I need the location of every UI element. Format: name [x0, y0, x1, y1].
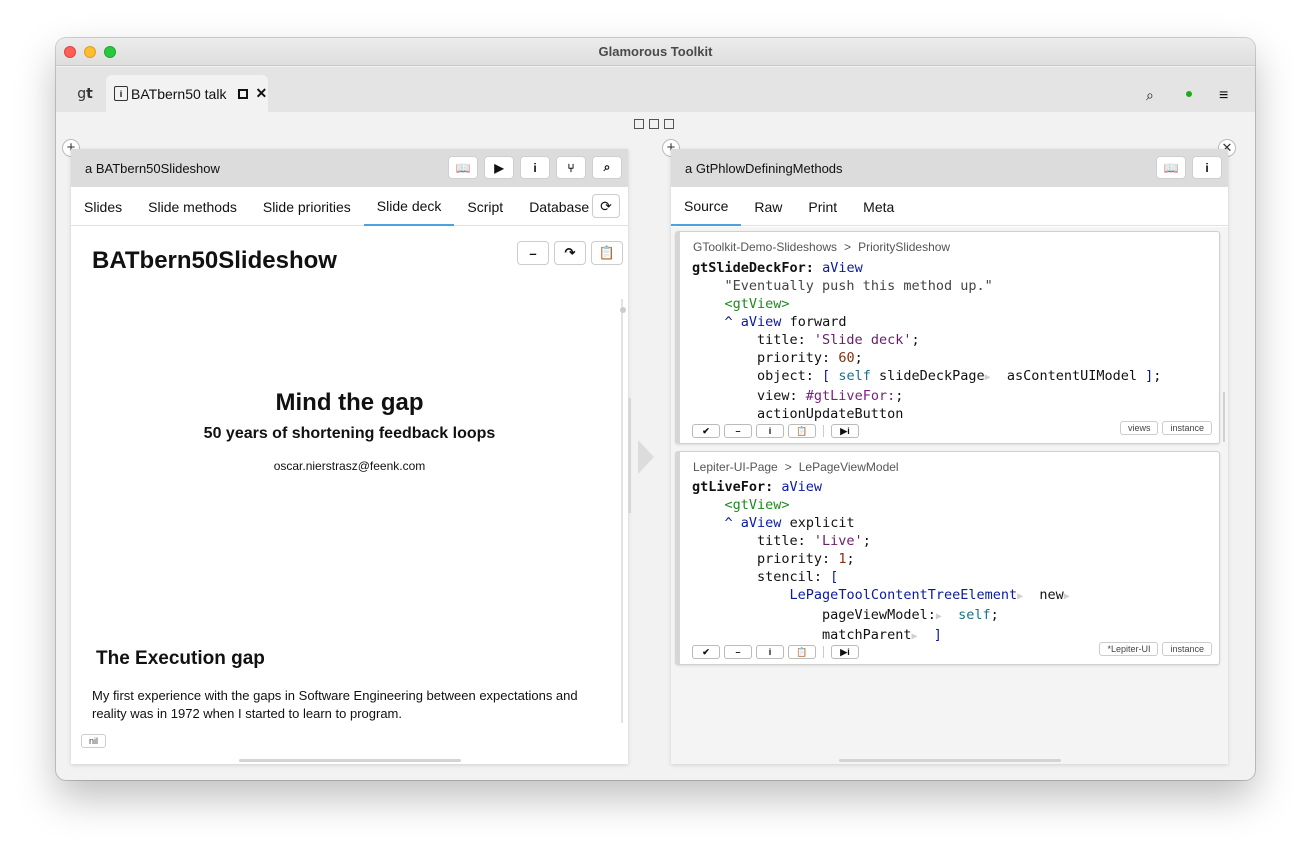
- crumb-separator: >: [784, 460, 792, 474]
- minimize-icon[interactable]: –: [724, 645, 752, 659]
- gt-logo-g: g: [77, 85, 87, 102]
- pane-square-icon[interactable]: [664, 119, 674, 129]
- tab-slides[interactable]: Slides: [71, 187, 135, 226]
- search-icon[interactable]: ⌕: [1146, 87, 1154, 104]
- forward-icon[interactable]: ↷: [554, 241, 586, 265]
- method-source-code[interactable]: gtSlideDeckFor: aView "Eventually push t…: [692, 259, 1161, 423]
- slide-subheading: 50 years of shortening feedback loops: [203, 425, 496, 442]
- tab-gt-home[interactable]: gt: [68, 75, 102, 112]
- tab-slide-deck[interactable]: Slide deck: [363, 187, 455, 226]
- pane-header: a BATbern50Slideshow 📖 ▶ i ⑂ ⌕: [71, 149, 628, 187]
- tab-label: BATbern50 talk: [131, 85, 227, 102]
- protocol-tag[interactable]: views: [1119, 421, 1159, 435]
- card-actions: ✔ – i 📋 ▶i: [692, 645, 859, 659]
- crumb-separator: >: [844, 240, 852, 254]
- info-icon[interactable]: i: [1192, 156, 1222, 179]
- separator: [823, 425, 824, 437]
- tab-bar: gt i BATbern50 talk ✕ ⌕ ≡: [56, 67, 1255, 112]
- view-tabs: Source Raw Print Meta: [671, 187, 1228, 226]
- horizontal-scrollbar[interactable]: [239, 759, 461, 762]
- pane-square-icon[interactable]: [634, 119, 644, 129]
- side-tag[interactable]: instance: [1162, 421, 1212, 435]
- horizontal-scrollbar[interactable]: [839, 759, 1061, 762]
- close-tab-icon[interactable]: ✕: [255, 85, 267, 102]
- git-branch-icon[interactable]: ⑂: [556, 156, 586, 179]
- vertical-scrollbar[interactable]: [1223, 392, 1225, 442]
- page-info-icon: i: [114, 86, 128, 101]
- nil-badge: nil: [81, 734, 107, 748]
- slide-email: oscar.nierstrasz@feenk.com: [273, 459, 426, 473]
- run-inspect-icon[interactable]: ▶i: [831, 645, 859, 659]
- card-tags: *Lepiter-UI instance: [1099, 642, 1212, 656]
- card-actions: ✔ – i 📋 ▶i: [692, 424, 859, 438]
- deck-title: BATbern50Slideshow: [92, 247, 337, 274]
- separator: [823, 646, 824, 658]
- next-slide-title: The Execution gap: [96, 648, 265, 669]
- crumb-class[interactable]: PrioritySlideshow: [858, 240, 950, 254]
- crumb-package[interactable]: Lepiter-UI-Page: [693, 460, 778, 474]
- pane-divider[interactable]: [628, 398, 631, 513]
- minimize-icon[interactable]: –: [724, 424, 752, 438]
- breadcrumb: Lepiter-UI-Page > LePageViewModel: [693, 460, 899, 474]
- clipboard-icon[interactable]: 📋: [788, 424, 816, 438]
- tab-print[interactable]: Print: [795, 187, 850, 226]
- crumb-package[interactable]: GToolkit-Demo-Slideshows: [693, 240, 837, 254]
- tab-database[interactable]: Database: [516, 187, 602, 226]
- method-cards-list: GToolkit-Demo-Slideshows > PrioritySlidesh…: [671, 227, 1228, 764]
- pane-layout-switcher[interactable]: [634, 119, 674, 129]
- card-tags: views instance: [1119, 421, 1212, 435]
- info-icon[interactable]: i: [756, 424, 784, 438]
- app-window: Glamorous Toolkit gt i BATbern50 talk ✕ …: [56, 38, 1255, 780]
- hamburger-menu-icon[interactable]: ≡: [1219, 87, 1228, 105]
- info-icon[interactable]: i: [756, 645, 784, 659]
- pane-title: a BATbern50Slideshow: [85, 161, 220, 176]
- refresh-icon[interactable]: ⟳: [592, 194, 620, 218]
- gt-logo-t: t: [86, 85, 93, 102]
- slide-heading: Mind the gap: [275, 389, 424, 416]
- tab-raw[interactable]: Raw: [741, 187, 795, 226]
- pane-header-actions: 📖 ▶ i ⑂ ⌕: [448, 156, 622, 179]
- next-slide-text: My first experience with the gaps in Sof…: [92, 688, 578, 721]
- minimize-icon[interactable]: –: [517, 241, 549, 265]
- pane-header: a GtPhlowDefiningMethods 📖 i: [671, 149, 1228, 187]
- pane-title: a GtPhlowDefiningMethods: [685, 161, 843, 176]
- view-tabs: Slides Slide methods Slide priorities Sl…: [71, 187, 628, 226]
- method-card[interactable]: GToolkit-Demo-Slideshows > PrioritySlidesh…: [675, 231, 1220, 444]
- tab-slide-priorities[interactable]: Slide priorities: [250, 187, 364, 226]
- scroll-thumb[interactable]: [620, 307, 626, 313]
- vertical-scrollbar[interactable]: [621, 299, 623, 723]
- tab-meta[interactable]: Meta: [850, 187, 907, 226]
- search-icon[interactable]: ⌕: [592, 156, 622, 179]
- method-source-code[interactable]: gtLiveFor: aView <gtView> ^ aView explic…: [692, 478, 1070, 646]
- pane-square-icon[interactable]: [649, 119, 659, 129]
- tab-script[interactable]: Script: [454, 187, 516, 226]
- deck-toolbar: – ↷ 📋: [517, 241, 623, 265]
- expand-arrow-icon[interactable]: [638, 440, 654, 474]
- method-card[interactable]: Lepiter-UI-Page > LePageViewModel gtLiveFo…: [675, 451, 1220, 665]
- pane-header-actions: 📖 i: [1156, 156, 1222, 179]
- play-icon[interactable]: ▶: [484, 156, 514, 179]
- slide-deck-view: BATbern50Slideshow – ↷ 📋 Mind the gap 50…: [71, 227, 628, 764]
- book-icon[interactable]: 📖: [1156, 156, 1186, 179]
- status-dot-icon: [1186, 91, 1192, 97]
- clipboard-icon[interactable]: 📋: [788, 645, 816, 659]
- crumb-class[interactable]: LePageViewModel: [799, 460, 899, 474]
- inspector-pane-left: a BATbern50Slideshow 📖 ▶ i ⑂ ⌕ Slides Sl…: [71, 149, 628, 764]
- tab-slide-methods[interactable]: Slide methods: [135, 187, 250, 226]
- accept-icon[interactable]: ✔: [692, 645, 720, 659]
- tab-batbern50-talk[interactable]: i BATbern50 talk ✕: [106, 75, 268, 112]
- title-bar[interactable]: Glamorous Toolkit: [56, 38, 1255, 66]
- side-tag[interactable]: instance: [1162, 642, 1212, 656]
- clipboard-icon[interactable]: 📋: [591, 241, 623, 265]
- protocol-tag[interactable]: *Lepiter-UI: [1099, 642, 1159, 656]
- accept-icon[interactable]: ✔: [692, 424, 720, 438]
- tab-source[interactable]: Source: [671, 187, 742, 226]
- breadcrumb: GToolkit-Demo-Slideshows > PrioritySlidesh…: [693, 240, 950, 254]
- window-title: Glamorous Toolkit: [598, 44, 713, 59]
- maximize-tab-icon[interactable]: [238, 88, 249, 99]
- inspector-pane-right: a GtPhlowDefiningMethods 📖 i Source Raw …: [671, 149, 1228, 764]
- info-icon[interactable]: i: [520, 156, 550, 179]
- book-icon[interactable]: 📖: [448, 156, 478, 179]
- run-inspect-icon[interactable]: ▶i: [831, 424, 859, 438]
